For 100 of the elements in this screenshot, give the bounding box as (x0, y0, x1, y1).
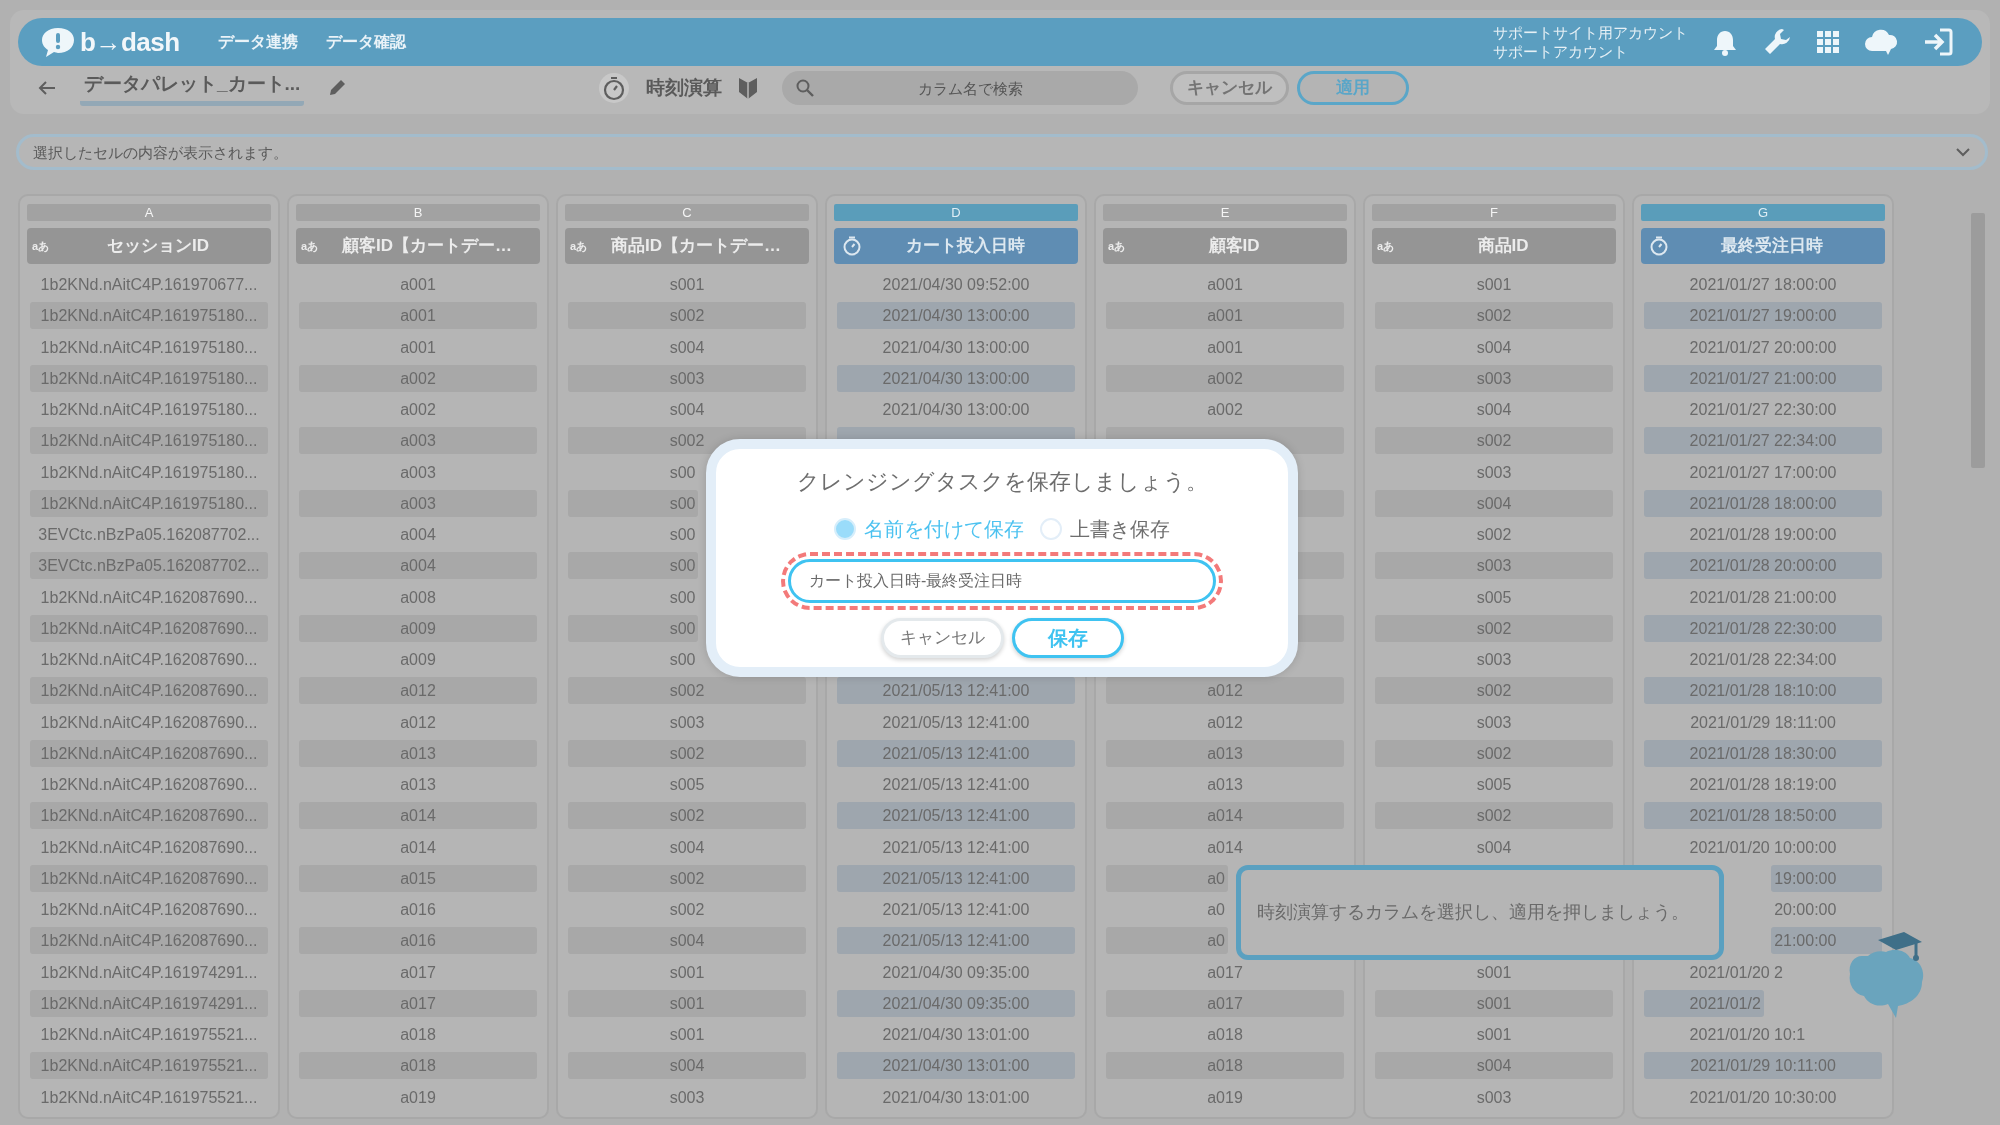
table-cell-text: s001 (1475, 1025, 1513, 1045)
table-cell: a017 (1106, 989, 1344, 1017)
table-cell-text: s004 (668, 337, 706, 358)
table-cell: s002 (1375, 427, 1613, 455)
back-arrow-icon[interactable] (38, 81, 56, 95)
table-cell-text: s001 (668, 962, 706, 983)
table-cell: 2021/05/13 12:41:00 (837, 802, 1075, 830)
table-cell: s003 (568, 364, 806, 392)
column-header[interactable]: aあ 商品ID (1372, 228, 1616, 264)
logo-text[interactable]: b→dash (80, 22, 180, 62)
table-cell-text: s00 (668, 462, 697, 483)
table-cell-text: 2021/04/30 09:35:00 (881, 962, 1031, 983)
table-cell-text: s00 (668, 525, 697, 545)
table-cell: s002 (1375, 802, 1613, 830)
bell-icon[interactable] (1712, 28, 1738, 56)
table-cell-text: s00 (668, 650, 697, 670)
column-letter[interactable]: E (1103, 204, 1347, 221)
table-cell-text: a001 (1206, 337, 1244, 358)
table-cell-text: 1b2KNd.nAitC4P.161970677... (39, 275, 259, 295)
type-label: aあ (1108, 239, 1126, 254)
table-cell-text: a018 (399, 1025, 437, 1045)
table-cell-text: 1b2KNd.nAitC4P.162087690... (39, 900, 259, 920)
table-cell-text: s003 (1475, 1087, 1513, 1108)
cancel-button[interactable]: キャンセル (1170, 71, 1289, 105)
table-cell: 1b2KNd.nAitC4P.162087690... (30, 677, 268, 705)
table-cell-text: s002 (668, 900, 706, 920)
table-cell-text: a0 (1206, 900, 1226, 920)
radio-label[interactable]: 上書き保存 (1070, 514, 1170, 544)
pencil-icon[interactable] (328, 79, 347, 97)
table-cell: s00 (568, 614, 699, 642)
tip-text: 時刻演算するカラムを選択し、適用を押しましょう。 (1257, 901, 1689, 924)
cloud-icon[interactable] (1864, 27, 1898, 57)
name-input[interactable]: カート投入日時-最終受注日時 (788, 559, 1216, 603)
search-field[interactable]: カラム名で検索 (782, 71, 1138, 105)
table-cell: s002 (1375, 677, 1613, 705)
table-cell-text: 1b2KNd.nAitC4P.162087690... (39, 837, 259, 858)
grid-icon[interactable] (1816, 30, 1840, 54)
cell-content-field[interactable]: 選択したセルの内容が表示されます。 (16, 134, 1988, 170)
table-cell: s00 (568, 552, 699, 580)
logout-icon[interactable] (1922, 27, 1954, 57)
column-letter[interactable]: C (565, 204, 809, 221)
table-cell-text: s003 (1475, 712, 1513, 733)
table-cell: s002 (568, 739, 806, 767)
save-button[interactable]: 保存 (1011, 618, 1124, 658)
column-letter[interactable]: F (1372, 204, 1616, 221)
column-header[interactable]: aあ 顧客ID (1103, 228, 1347, 264)
radio-button[interactable] (1040, 518, 1062, 540)
table-cell-text: a009 (399, 650, 437, 670)
table-cell: s004 (568, 1052, 806, 1080)
stopwatch-icon (842, 236, 862, 256)
table-cell-text: 2021/01/29 18:11:00 (1689, 712, 1837, 733)
column-header[interactable]: 最終受注日時 (1641, 228, 1885, 264)
table-cell: a014 (299, 802, 537, 830)
table-cell-text: 2021/04/30 09:52:00 (881, 275, 1031, 295)
table-cell: a018 (1106, 1052, 1344, 1080)
mode-title: 時刻演算 (646, 75, 722, 100)
column-header[interactable]: カート投入日時 (834, 228, 1078, 264)
table-cell: 1b2KNd.nAitC4P.162087690... (30, 739, 268, 767)
chevron-down-icon[interactable] (1956, 148, 1970, 157)
table-cell-text: a012 (399, 712, 437, 733)
table-cell-text: a004 (399, 525, 437, 545)
table-cell-text: s003 (668, 712, 706, 733)
table-cell: s002 (1375, 302, 1613, 330)
table-cell: 2021/01/28 18:50:00 (1644, 802, 1882, 830)
radio-button[interactable] (834, 518, 856, 540)
table-cell-text: s001 (1475, 962, 1513, 983)
column-header[interactable]: aあ 商品ID【カートデー… (565, 228, 809, 264)
column-letter[interactable]: G (1641, 204, 1885, 221)
table-cell: a002 (299, 364, 537, 392)
nav-link[interactable]: データ確認 (311, 30, 420, 54)
table-cell-text: 1b2KNd.nAitC4P.162087690... (39, 712, 259, 733)
apply-button[interactable]: 適用 (1297, 71, 1409, 105)
table-cell-text: a018 (1206, 1025, 1244, 1045)
table-cell: s003 (1375, 364, 1613, 392)
table-cell: a018 (299, 1052, 537, 1080)
table-cell-text: a012 (1206, 712, 1244, 733)
table-cell-text: s003 (1475, 462, 1513, 483)
column-letter[interactable]: A (27, 204, 271, 221)
cancel-button[interactable]: キャンセル (880, 618, 1004, 658)
table-cell-text: s00 (668, 587, 697, 608)
column-header[interactable]: aあ セッションID (27, 228, 271, 264)
table-cell-text: 1b2KNd.nAitC4P.161974291... (39, 962, 259, 983)
table-cell: a001 (299, 302, 537, 330)
table-cell-text: 2021/01/28 22:34:00 (1688, 650, 1838, 670)
table-cell-text: 2021/01/28 18:19:00 (1688, 775, 1838, 795)
table-cell: 2021/04/30 13:01:00 (837, 1052, 1075, 1080)
table-cell-text: 2021/05/13 12:41:00 (881, 837, 1031, 858)
table-cell: 2021/05/13 12:41:00 (837, 739, 1075, 767)
radio-label[interactable]: 名前を付けて保存 (864, 514, 1024, 544)
table-cell: 2021/01/28 18:10:00 (1644, 677, 1882, 705)
table-cell: a017 (299, 989, 537, 1017)
table-cell: 2021/01/29 10:11:00 (1644, 1052, 1882, 1080)
nav-link[interactable]: データ連携 (203, 30, 312, 54)
table-cell: 1b2KNd.nAitC4P.161975180... (30, 489, 268, 517)
table-cell: 2021/05/13 12:41:00 (837, 864, 1075, 892)
table-cell-text: s004 (668, 837, 706, 858)
column-header[interactable]: aあ 顧客ID【カートデー… (296, 228, 540, 264)
column-letter[interactable]: B (296, 204, 540, 221)
table-cell: 2021/01/2 (1644, 989, 1764, 1017)
column-letter[interactable]: D (834, 204, 1078, 221)
